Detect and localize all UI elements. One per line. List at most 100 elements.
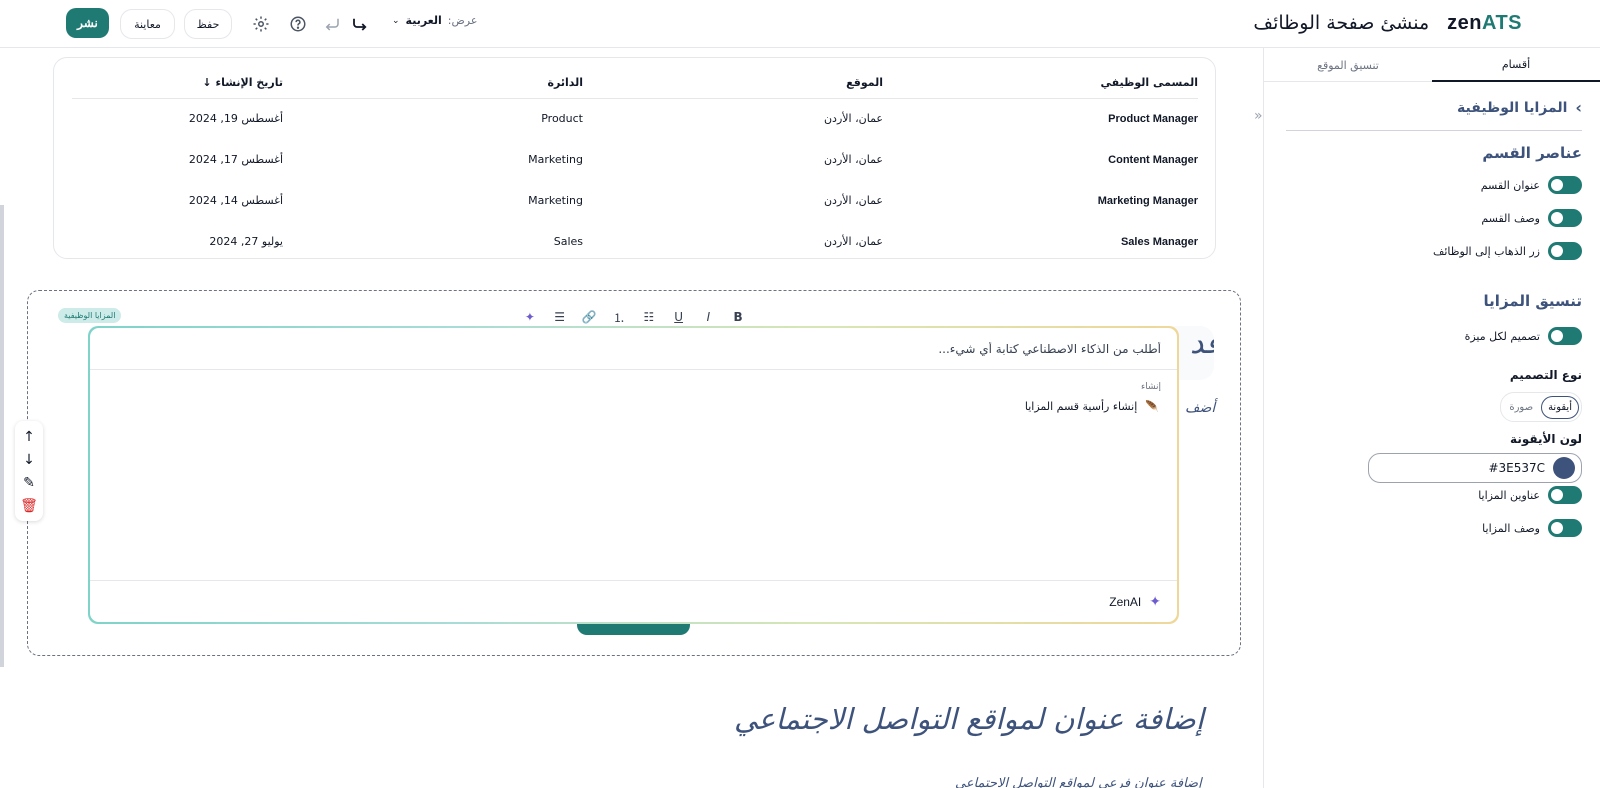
table-row[interactable]: Product Manager عمان، الأردن Product أغس… (72, 98, 1198, 139)
benefits-description[interactable]: أضف (1185, 400, 1215, 416)
design-type-selector: أيقونة صورة (1500, 392, 1582, 422)
created-date-cell: أغسطس 17, 2024 (188, 153, 283, 166)
feather-icon: 🪶 (1145, 400, 1159, 413)
table-row[interactable]: Content Manager عمان، الأردن Marketing أ… (72, 139, 1198, 180)
view-label: عرض: (447, 14, 478, 27)
canvas-scroll-rail (0, 205, 4, 667)
social-section-subtitle[interactable]: إضافة عنوان فرعي لمواقع التواصل الاجتماع… (955, 776, 1202, 788)
created-date-cell: يوليو 27, 2024 (209, 235, 283, 248)
ai-footer: ✦ ZenAI (90, 580, 1177, 622)
sidebar-section-title: المزايا الوظيفية (1457, 99, 1568, 116)
color-swatch[interactable] (1553, 457, 1575, 479)
language-selector[interactable]: عرض: العربية ⌄ (392, 14, 477, 27)
job-title-cell: Product Manager (1108, 112, 1198, 125)
bold-icon[interactable]: B (728, 310, 748, 324)
ai-sparkle-icon: ✦ (1149, 593, 1161, 610)
link-icon[interactable]: 🔗 (579, 310, 599, 324)
ai-sparkle-icon[interactable]: ✦ (520, 310, 540, 324)
location-cell: عمان، الأردن (823, 112, 883, 126)
undo-icon[interactable] (322, 14, 342, 34)
color-hex-value[interactable]: #3E537C (1488, 461, 1545, 475)
move-down-icon[interactable]: ↓ (23, 453, 35, 467)
location-cell: عمان، الأردن (823, 235, 883, 248)
job-title-cell: Marketing Manager (1097, 194, 1198, 207)
ai-group-label: إنشاء (1140, 382, 1161, 392)
zenats-logo: zenATS (1447, 12, 1522, 34)
design-type-label: نوع التصميم (1509, 368, 1582, 382)
ai-assistant-popup: إنشاء 🪶 إنشاء رأسية قسم المزايا ✦ ZenAI (88, 326, 1179, 624)
language-value: العربية (405, 14, 442, 27)
ai-suggestion-item[interactable]: 🪶 إنشاء رأسية قسم المزايا (1025, 400, 1159, 413)
toggle-benefit-titles[interactable]: عناوين المزايا (1282, 486, 1582, 504)
toggle-section-description[interactable]: وصف القسم (1282, 209, 1582, 227)
collapse-sidebar-icon[interactable]: « (1254, 108, 1263, 124)
design-type-image-option[interactable]: صورة (1503, 397, 1539, 418)
toggle-benefit-descriptions[interactable]: وصف المزايا (1282, 519, 1582, 537)
column-header[interactable]: تاريخ الإنشاء ↓ (72, 68, 283, 99)
move-up-icon[interactable]: ↑ (23, 430, 35, 444)
chevron-right-icon: › (1575, 98, 1582, 117)
job-title-cell: Sales Manager (1120, 235, 1198, 248)
toggle-section-title[interactable]: عنوان القسم (1282, 176, 1582, 194)
align-icon[interactable]: ☰ (550, 310, 570, 324)
sidebar-tabs: أقسام تنسيق الموقع (1263, 48, 1600, 82)
page-title: منشئ صفحة الوظائف (1253, 12, 1430, 34)
settings-gear-icon[interactable] (251, 14, 271, 34)
help-icon[interactable] (288, 14, 308, 34)
department-cell: Sales (553, 235, 583, 248)
icon-color-field[interactable]: #3E537C (1368, 453, 1582, 483)
toggle-label: زر الذهاب إلى الوظائف (1432, 244, 1540, 258)
jobs-table: المسمى الوظيفي الموقع الدائرة تاريخ الإن… (72, 68, 1198, 262)
section-elements-heading: عناصر القسم (1482, 144, 1582, 162)
underline-icon[interactable]: U (669, 310, 689, 324)
location-cell: عمان، الأردن (823, 194, 883, 207)
location-cell: عمان، الأردن (823, 153, 883, 166)
social-section-title[interactable]: إضافة عنوان لمواقع التواصل الاجتماعي (734, 702, 1204, 736)
created-date-cell: أغسطس 19, 2024 (188, 112, 283, 126)
section-tools: ↑ ↓ ✎ 🗑 (15, 421, 43, 521)
department-cell: Marketing (528, 194, 583, 207)
column-header[interactable]: المسمى الوظيفي (883, 68, 1198, 99)
design-type-icon-option[interactable]: أيقونة (1541, 395, 1579, 419)
delete-trash-icon[interactable]: 🗑 (20, 499, 38, 513)
table-row[interactable]: Marketing Manager عمان، الأردن Marketing… (72, 180, 1198, 221)
toggle-switch[interactable] (1548, 176, 1582, 194)
divider (1286, 130, 1582, 131)
top-bar: zenATS منشئ صفحة الوظائف نشر معاينة حفظ … (0, 0, 1600, 48)
jobs-table-card: المسمى الوظيفي الموقع الدائرة تاريخ الإن… (53, 57, 1216, 259)
table-row[interactable]: Sales Manager عمان، الأردن Sales يوليو 2… (72, 221, 1198, 262)
ordered-list-icon[interactable]: ⒈ (609, 309, 629, 326)
toggle-go-to-jobs-button[interactable]: زر الذهاب إلى الوظائف (1282, 242, 1582, 260)
benefits-format-heading: تنسيق المزايا (1483, 292, 1582, 310)
table-header-row: المسمى الوظيفي الموقع الدائرة تاريخ الإن… (72, 68, 1198, 99)
icon-color-label: لون الأيقونة (1510, 432, 1582, 446)
ai-brand-label: ZenAI (1109, 594, 1142, 609)
department-cell: Marketing (528, 153, 583, 166)
italic-icon[interactable]: I (698, 310, 718, 324)
bullet-list-icon[interactable]: ☷ (639, 310, 659, 324)
column-header[interactable]: الدائرة (283, 68, 583, 99)
publish-button[interactable]: نشر (66, 8, 109, 38)
ai-prompt-input[interactable] (90, 328, 1177, 370)
toggle-label: وصف المزايا (1482, 521, 1540, 535)
tab-sections[interactable]: أقسام (1432, 48, 1600, 82)
settings-sidebar: « أقسام تنسيق الموقع › المزايا الوظيفية … (1254, 48, 1600, 788)
save-button[interactable]: حفظ (184, 9, 232, 39)
ai-suggestion-label: إنشاء رأسية قسم المزايا (1024, 400, 1138, 413)
toggle-switch[interactable] (1548, 486, 1582, 504)
redo-icon[interactable] (350, 14, 370, 34)
toggle-switch[interactable] (1548, 242, 1582, 260)
toggle-design-per-benefit[interactable]: تصميم لكل ميزة (1282, 327, 1582, 345)
toggle-label: وصف القسم (1481, 211, 1540, 225)
toggle-switch[interactable] (1548, 209, 1582, 227)
edit-pencil-icon[interactable]: ✎ (23, 476, 35, 490)
back-to-sections[interactable]: › المزايا الوظيفية (1282, 98, 1582, 117)
department-cell: Product (541, 112, 583, 126)
toggle-switch[interactable] (1548, 519, 1582, 537)
preview-button[interactable]: معاينة (120, 9, 175, 39)
brand: zenATS منشئ صفحة الوظائف (1253, 12, 1522, 35)
tab-site-format[interactable]: تنسيق الموقع (1264, 48, 1432, 82)
toggle-switch[interactable] (1548, 327, 1582, 345)
column-header[interactable]: الموقع (583, 68, 883, 99)
toggle-label: عناوين المزايا (1478, 488, 1540, 502)
